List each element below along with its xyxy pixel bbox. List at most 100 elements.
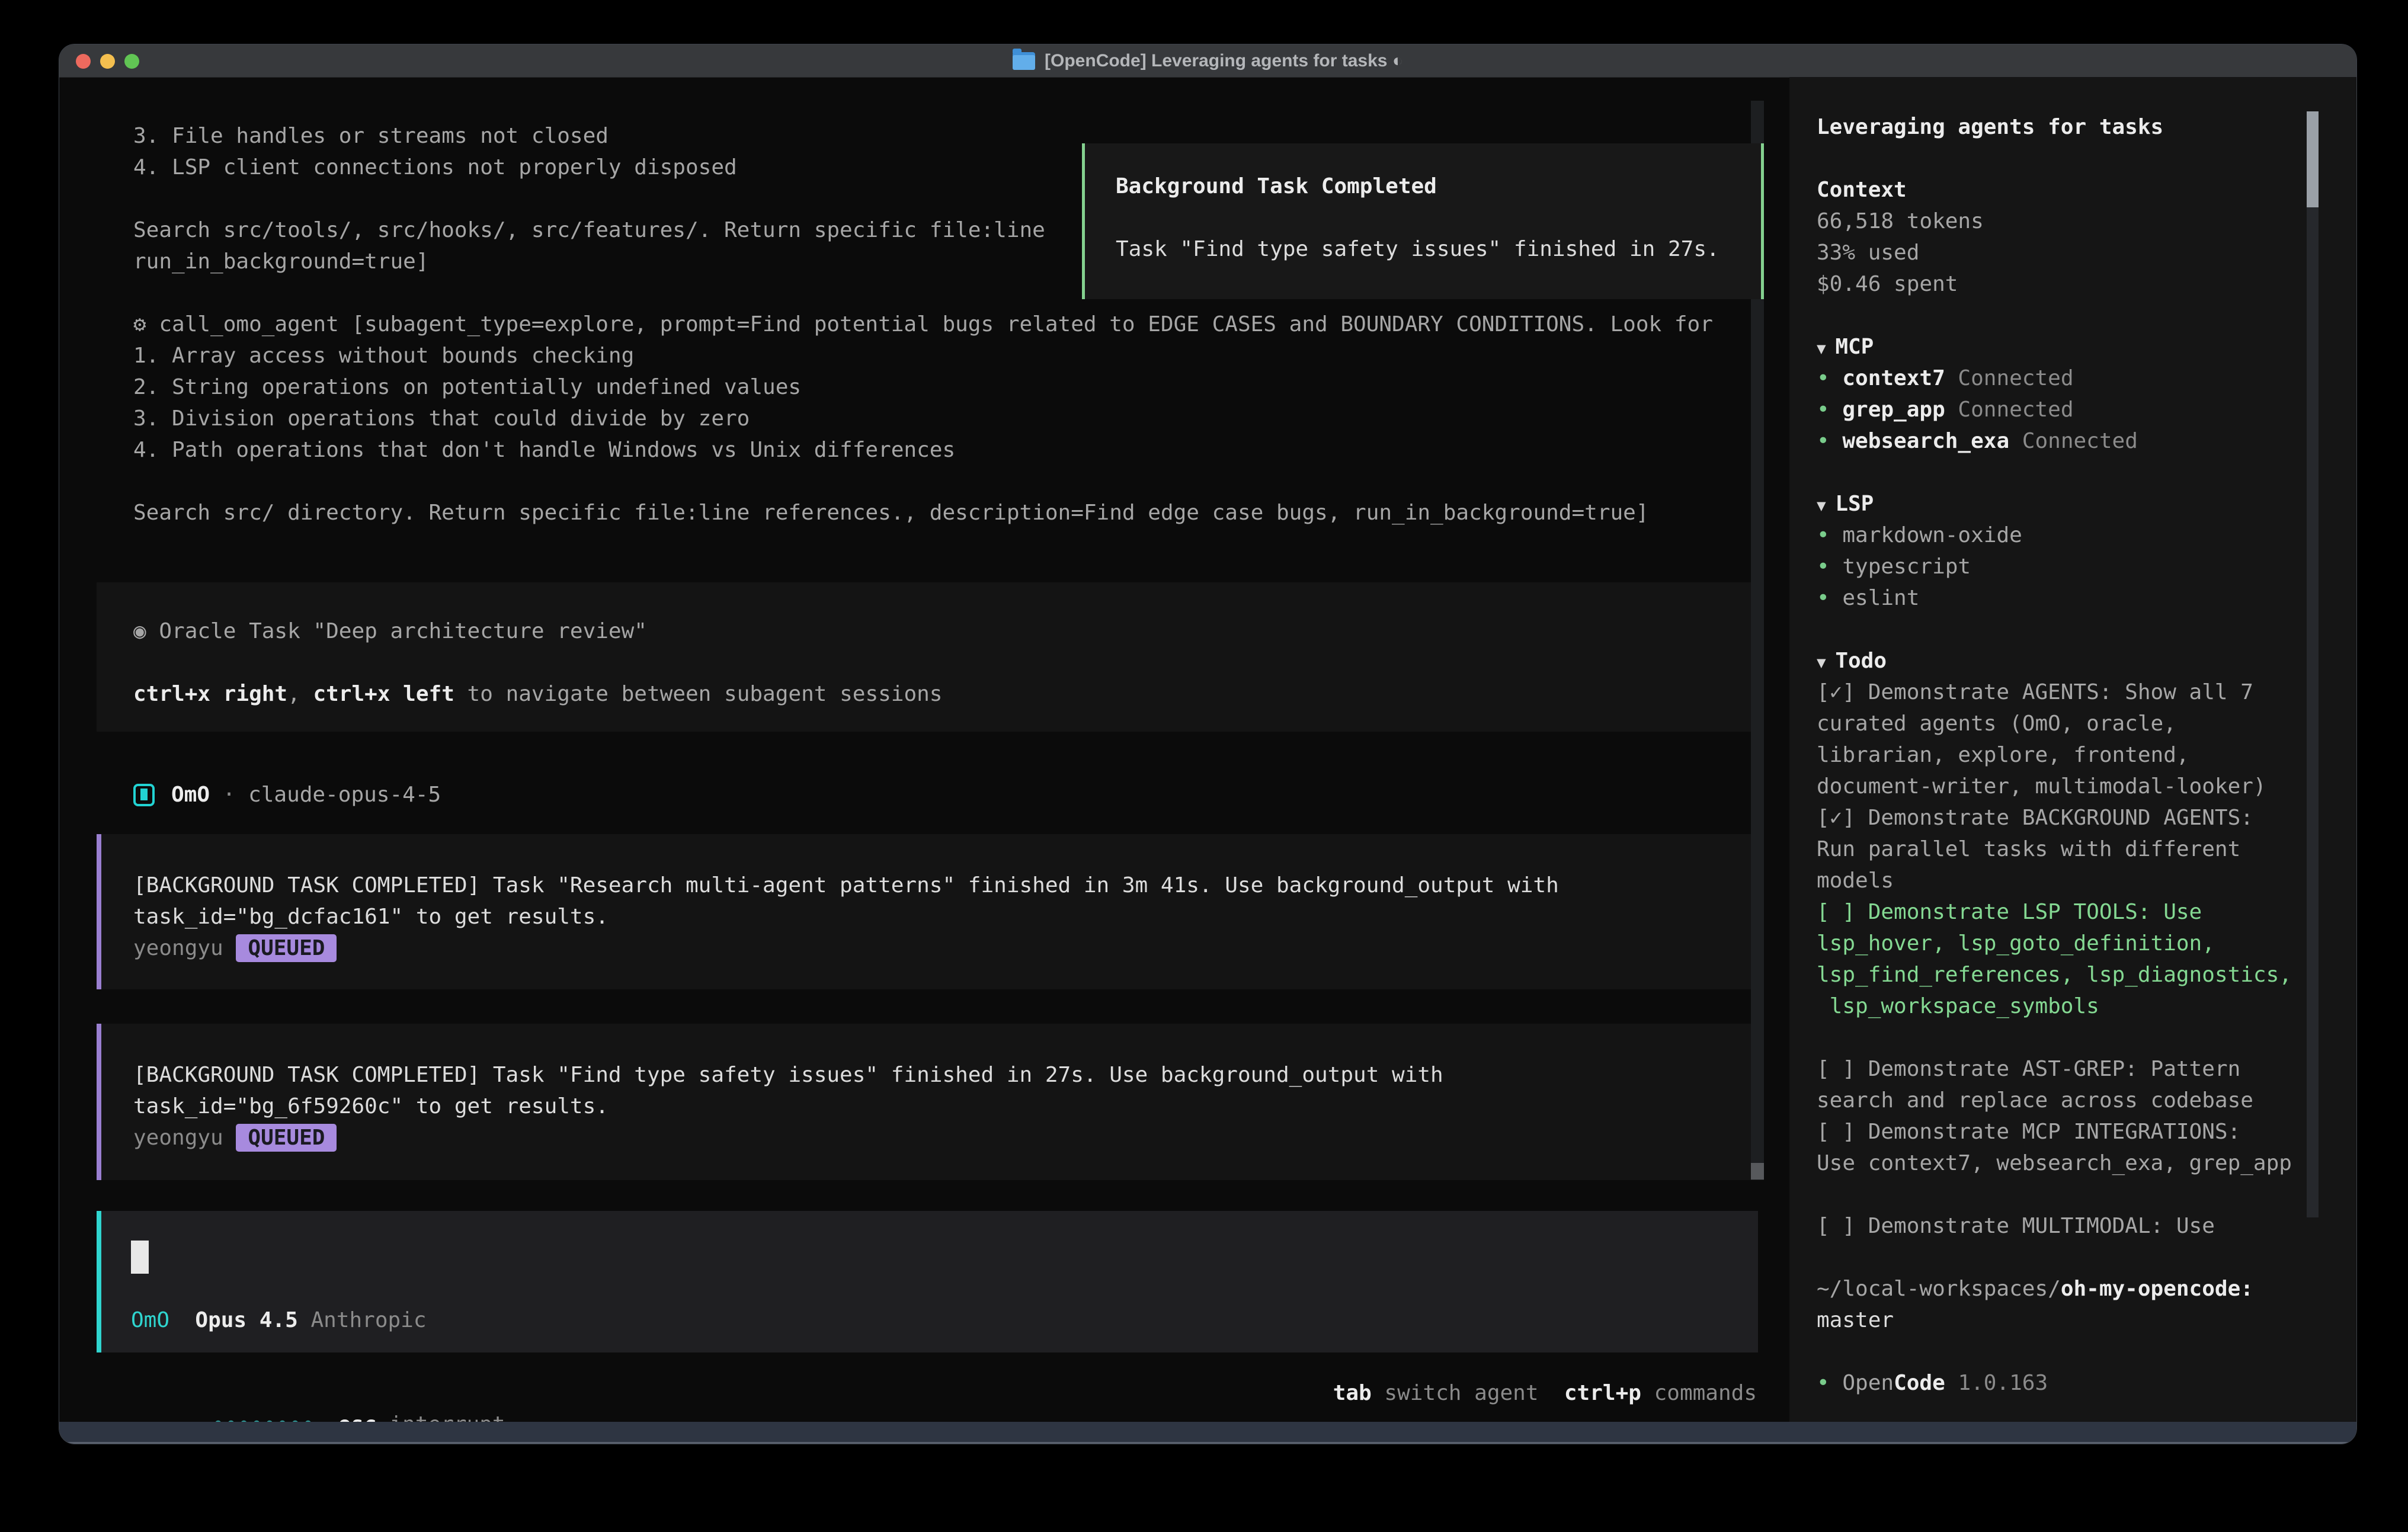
text-segment: document-writer, multimodal-looker) [1817, 774, 2266, 799]
text-segment: ▼ [1817, 340, 1835, 358]
text-cursor [131, 1241, 149, 1274]
text-segment: Run parallel tasks with different [1817, 837, 2240, 861]
terminal-line: task_id="bg_dcfac161" to get results. [133, 901, 1758, 932]
terminal-line [1817, 457, 2326, 488]
text-segment: [✓] Demonstrate BACKGROUND AGENTS: [1817, 806, 2253, 830]
notification-spacer [1116, 202, 1761, 233]
folder-icon [1013, 52, 1035, 70]
input-model-line: OmO Opus 4.5 Anthropic [131, 1305, 427, 1336]
text-segment: curated agents (OmO, oracle, [1817, 711, 2176, 736]
text-segment: Open [1842, 1371, 1894, 1395]
terminal-line: Use context7, websearch_exa, grep_app [1817, 1148, 2326, 1179]
text-segment: • [1817, 398, 1842, 422]
text-segment: [ ] Demonstrate LSP TOOLS: Use [1817, 900, 2202, 924]
text-segment: • [1817, 1371, 1842, 1395]
terminal-line [1817, 1336, 2326, 1367]
terminal-line [1817, 300, 2326, 331]
terminal-line: • websearch_exa Connected [1817, 425, 2326, 457]
window-title: [OpenCode] Leveraging agents for tasks ◐ [1045, 51, 1403, 71]
text-segment: typescript [1842, 555, 1971, 579]
minimize-button[interactable] [100, 54, 115, 69]
text-segment: 2. String operations on potentially unde… [133, 375, 801, 399]
text-segment: yeongyu [133, 1126, 236, 1150]
text-segment: eslint [1842, 586, 1919, 610]
text-segment [133, 650, 146, 675]
terminal-line: [ ] Demonstrate MCP INTEGRATIONS: [1817, 1116, 2326, 1148]
text-segment: • [1817, 586, 1842, 610]
terminal-line: document-writer, multimodal-looker) [1817, 771, 2326, 802]
close-button[interactable] [76, 54, 91, 69]
text-segment: grep_app [1842, 398, 1945, 422]
terminal-line: $0.46 spent [1817, 268, 2326, 300]
text-segment [1817, 460, 1830, 485]
terminal-line [1817, 1022, 2326, 1053]
titlebar[interactable]: [OpenCode] Leveraging agents for tasks ◐ [59, 44, 2356, 78]
oracle-task-panel: ◉ Oracle Task "Deep architecture review"… [97, 582, 1758, 732]
terminal-line: ▼ LSP [1817, 488, 2326, 520]
terminal-line: Run parallel tasks with different [1817, 834, 2326, 865]
sidebar-scrollbar-thumb[interactable] [2307, 111, 2319, 207]
terminal-line: [ ] Demonstrate LSP TOOLS: Use [1817, 896, 2326, 928]
sidebar-scrollbar-track[interactable] [2307, 111, 2319, 1217]
text-segment: ctrl+x left [313, 682, 454, 706]
terminal-line: Context [1817, 174, 2326, 206]
terminal-line: [BACKGROUND TASK COMPLETED] Task "Resear… [133, 870, 1758, 901]
text-segment [133, 281, 146, 305]
text-segment: [ ] Demonstrate AST-GREP: Pattern [1817, 1057, 2240, 1081]
traffic-lights [76, 54, 139, 69]
terminal-line: task_id="bg_6f59260c" to get results. [133, 1091, 1758, 1122]
text-segment: Todo [1835, 649, 1887, 673]
statusbar-right: tab switch agent ctrl+p commands [1333, 1377, 1757, 1409]
text-segment: 1.0.163 [1945, 1371, 2048, 1395]
terminal-line: Leveraging agents for tasks [1817, 111, 2326, 143]
terminal-line: librarian, explore, frontend, [1817, 739, 2326, 771]
terminal-line: • eslint [1817, 582, 2326, 614]
text-segment: ▼ [1817, 654, 1835, 672]
text-segment: context7 [1842, 366, 1945, 390]
text-segment: commands [1641, 1381, 1757, 1405]
text-segment: [BACKGROUND TASK COMPLETED] Task "Resear… [133, 873, 1559, 898]
text-segment: 3. File handles or streams not closed [133, 124, 609, 148]
text-segment: run_in_background=true] [133, 249, 429, 274]
text-segment: OmO [131, 1308, 169, 1332]
text-segment [1539, 1381, 1564, 1405]
text-segment: LSP [1835, 492, 1874, 516]
terminal-line [133, 647, 1758, 678]
terminal-line [1817, 614, 2326, 645]
text-segment: lsp_workspace_symbols [1817, 994, 2099, 1018]
terminal-line: [ ] Demonstrate AST-GREP: Pattern [1817, 1053, 2326, 1085]
text-segment: markdown-oxide [1842, 523, 2022, 547]
text-segment: · [210, 783, 248, 807]
terminal-line: yeongyu QUEUED [133, 932, 1758, 964]
prompt-input[interactable]: OmO Opus 4.5 Anthropic [97, 1211, 1758, 1352]
text-segment: Context [1817, 178, 1907, 202]
terminal-line: [BACKGROUND TASK COMPLETED] Task "Find t… [133, 1059, 1758, 1091]
text-segment: ◉ Oracle Task "Deep architecture review" [133, 619, 647, 643]
text-segment: ⚙ call_omo_agent [subagent_type=explore,… [133, 312, 1713, 336]
text-segment: [ ] Demonstrate MCP INTEGRATIONS: [1817, 1120, 2240, 1144]
text-segment: QUEUED [236, 934, 337, 962]
terminal-line: [ ] Demonstrate MULTIMODAL: Use [1817, 1210, 2326, 1242]
text-segment [1817, 1025, 1830, 1050]
text-segment: models [1817, 868, 1894, 893]
terminal-line [133, 466, 1713, 497]
statusbar: ••••••••esc interrupt tab switch agent c… [109, 1377, 1757, 1409]
text-segment: ctrl+p [1564, 1381, 1641, 1405]
text-segment [169, 1308, 195, 1332]
zoom-button[interactable] [124, 54, 139, 69]
text-segment [133, 187, 146, 211]
text-segment: tab [1333, 1381, 1372, 1405]
terminal-line: ◉ Oracle Task "Deep architecture review" [133, 616, 1758, 647]
terminal-line: ~/local-workspaces/oh-my-opencode: [1817, 1273, 2326, 1305]
opencode-window: [OpenCode] Leveraging agents for tasks ◐… [59, 44, 2356, 1444]
text-segment [1817, 1182, 1830, 1207]
text-segment: lsp_hover, lsp_goto_definition, [1817, 931, 2215, 956]
text-segment: yeongyu [133, 936, 236, 960]
text-segment: 66,518 tokens [1817, 209, 1984, 233]
text-segment: websearch_exa [1842, 429, 2009, 453]
main-scrollbar-thumb[interactable] [1751, 1163, 1764, 1180]
text-segment: 4. Path operations that don't handle Win… [133, 438, 955, 462]
text-segment: librarian, explore, frontend, [1817, 743, 2189, 767]
terminal-line: curated agents (OmO, oracle, [1817, 708, 2326, 739]
text-segment: master [1817, 1308, 1894, 1332]
